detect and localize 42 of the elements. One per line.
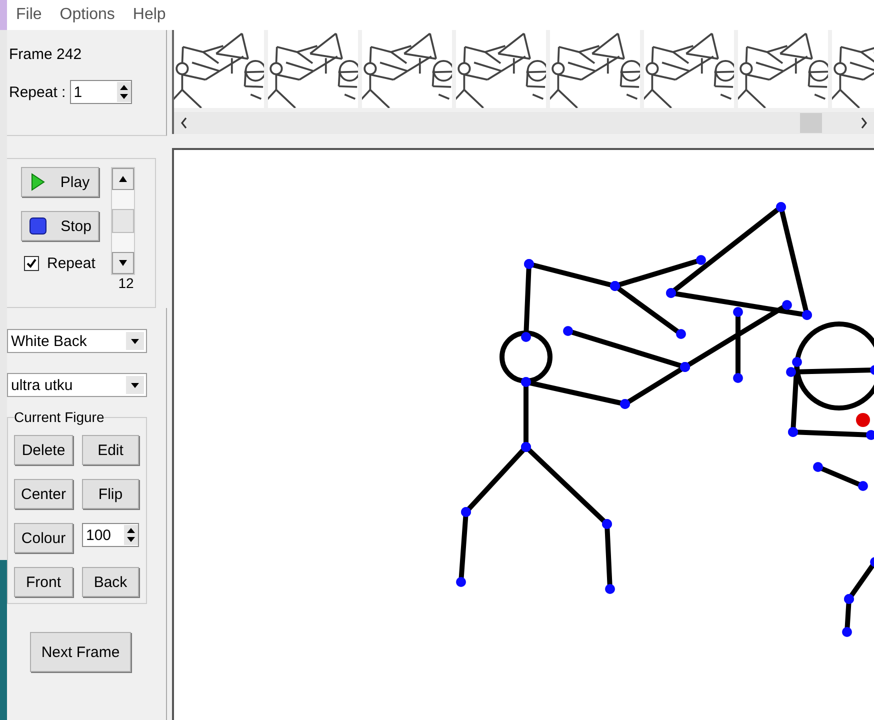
- spinner-arrows-icon[interactable]: [116, 82, 131, 102]
- down-arrow-icon[interactable]: [118, 259, 128, 267]
- repeat-spinner[interactable]: 1: [70, 80, 132, 104]
- frame-label: Frame 242: [9, 46, 83, 63]
- checkmark-icon: [26, 258, 37, 269]
- repeat-checkbox[interactable]: Repeat: [24, 255, 99, 272]
- scroll-thumb[interactable]: [112, 209, 134, 233]
- stick-figures-drawing[interactable]: [456, 202, 874, 637]
- frame-thumbnail[interactable]: [362, 30, 452, 108]
- up-arrow-icon[interactable]: [118, 175, 128, 183]
- figure-button[interactable]: Front: [14, 567, 73, 597]
- timeline-scrollbar[interactable]: [174, 112, 874, 134]
- drawing-canvas[interactable]: [172, 148, 874, 720]
- figure-button[interactable]: Center: [14, 479, 73, 509]
- scroll-thumb[interactable]: [800, 113, 822, 133]
- playback-button[interactable]: Play: [21, 167, 99, 197]
- figure-button[interactable]: Flip: [82, 479, 139, 509]
- frame-thumbnail[interactable]: [456, 30, 546, 108]
- repeat-label: Repeat :: [9, 84, 66, 100]
- figure-button[interactable]: Edit: [82, 435, 139, 465]
- menu-item[interactable]: Options: [60, 6, 115, 24]
- frame-thumbnail[interactable]: [644, 30, 734, 108]
- background-dropdown[interactable]: White Back: [7, 329, 147, 353]
- opacity-spinner[interactable]: 100: [82, 523, 139, 547]
- frame-thumbnail[interactable]: [550, 30, 640, 108]
- frame-thumbnail[interactable]: [268, 30, 358, 108]
- speed-value: 12: [118, 275, 134, 291]
- frame-thumbnail[interactable]: [174, 30, 264, 108]
- playback-button[interactable]: Stop: [21, 211, 99, 241]
- frame-thumbnail[interactable]: [738, 30, 828, 108]
- figure-dropdown[interactable]: ultra utku: [7, 373, 147, 397]
- menu-item[interactable]: File: [16, 6, 42, 24]
- spinner-arrows-icon[interactable]: [124, 525, 138, 545]
- stop-icon: [28, 217, 47, 235]
- group-title: Current Figure: [14, 409, 104, 425]
- figure-button[interactable]: Back: [82, 567, 139, 597]
- menu-item[interactable]: Help: [132, 6, 166, 24]
- speed-scrollbar[interactable]: [111, 167, 135, 275]
- figure-button[interactable]: Delete: [14, 435, 73, 465]
- play-icon: [30, 172, 46, 192]
- next-frame-button[interactable]: Next Frame: [30, 632, 131, 672]
- figure-button[interactable]: Colour: [14, 523, 73, 553]
